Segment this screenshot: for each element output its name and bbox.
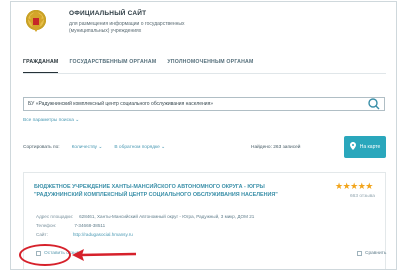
phone-value: 7-34668-38511	[74, 223, 106, 228]
page-frame: ОФИЦИАЛЬНЫЙ САЙТ для размещения информац…	[10, 1, 397, 270]
checkbox-icon	[357, 251, 362, 256]
phone-row: Телефон: 7-34668-38511	[36, 223, 105, 228]
site-subtitle-line2: (муниципальных) учреждениях	[69, 28, 142, 34]
website-label: Сайт:	[36, 232, 48, 237]
map-pin-icon	[349, 142, 356, 152]
result-title-line2: "РАДУЖНИНСКИЙ КОМПЛЕКСНЫЙ ЦЕНТР СОЦИАЛЬН…	[34, 192, 278, 198]
sort-field-dropdown[interactable]: Количеству ⌄	[72, 145, 103, 150]
sort-row: Сортировать по: Количеству ⌄ В обратном …	[23, 145, 165, 150]
result-title-link[interactable]: БЮДЖЕТНОЕ УЧРЕЖДЕНИЕ ХАНТЫ-МАНСИЙСКОГО А…	[34, 183, 294, 199]
coat-of-arms-icon	[23, 8, 49, 38]
rating-stars: ★★★★★	[335, 181, 373, 191]
highlight-oval	[19, 244, 71, 266]
tab-citizens[interactable]: ГРАЖДАНАМ	[23, 59, 59, 73]
address-row: Адрес площадки: 628461, Ханты-Мансийский …	[36, 214, 254, 219]
search-input-value: БУ «Радужнинский комплексный центр социа…	[28, 101, 214, 107]
all-search-params-link[interactable]: Все параметры поиска ⌄	[23, 118, 79, 123]
reviews-count[interactable]: 663 отзыва	[350, 194, 375, 199]
website-link[interactable]: http://radugasocial.hmansy.ru	[73, 232, 133, 237]
main-nav: ГРАЖДАНАМ ГОСУДАРСТВЕННЫМ ОРГАНАМ УПОЛНО…	[23, 59, 254, 73]
site-header: ОФИЦИАЛЬНЫЙ САЙТ для размещения информац…	[11, 2, 396, 52]
website-row: Сайт: http://radugasocial.hmansy.ru	[36, 232, 133, 237]
site-title: ОФИЦИАЛЬНЫЙ САЙТ	[69, 10, 147, 17]
results-count: Найдено: 263 записей	[251, 145, 301, 150]
address-value: 628461, Ханты-Мансийский Автономный окру…	[79, 214, 255, 219]
annotation-arrow-icon	[72, 249, 137, 261]
search-input[interactable]: БУ «Радужнинский комплексный центр социа…	[23, 97, 385, 111]
search-icon[interactable]	[366, 95, 382, 118]
nav-divider	[23, 73, 386, 74]
sort-label: Сортировать по:	[23, 145, 60, 150]
phone-label: Телефон:	[36, 223, 57, 228]
tab-authorized-bodies[interactable]: УПОЛНОМОЧЕННЫМ ОРГАНАМ	[167, 59, 253, 73]
compare-checkbox[interactable]: Сравнить	[357, 251, 386, 256]
site-subtitle-line1: для размещения информации о государствен…	[69, 21, 185, 27]
map-button-label: На карте	[359, 144, 381, 150]
address-label: Адрес площадки:	[36, 214, 74, 219]
map-button[interactable]: На карте	[344, 136, 386, 158]
sort-order-dropdown[interactable]: В обратном порядке ⌄	[114, 145, 165, 150]
tab-state-bodies[interactable]: ГОСУДАРСТВЕННЫМ ОРГАНАМ	[69, 59, 156, 73]
compare-label: Сравнить	[365, 251, 387, 256]
site-subtitle: для размещения информации о государствен…	[69, 21, 239, 35]
result-title-line1: БЮДЖЕТНОЕ УЧРЕЖДЕНИЕ ХАНТЫ-МАНСИЙСКОГО А…	[34, 184, 265, 190]
